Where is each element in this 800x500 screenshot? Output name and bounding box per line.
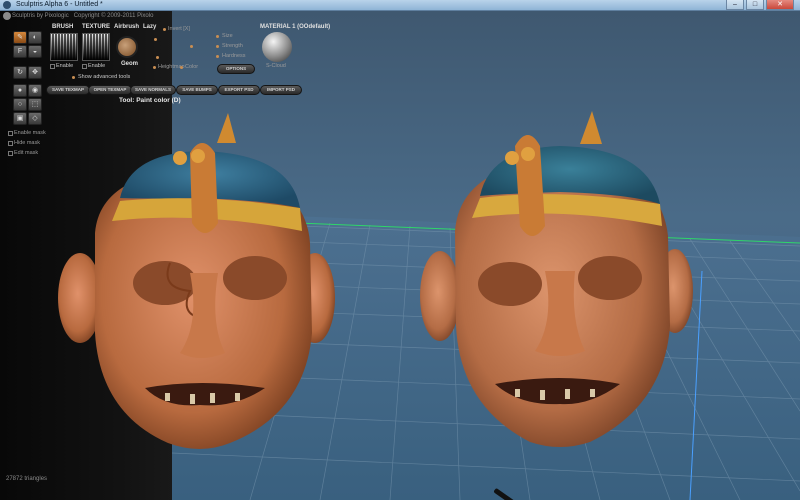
enable-mask-label: Enable mask (14, 130, 46, 136)
bump-icon[interactable]: ◒ (28, 45, 42, 58)
heightmap-toggle[interactable] (153, 66, 156, 69)
app-header: Sculptris by Pixologic Copyright © 2009-… (12, 13, 153, 19)
mask-icon[interactable]: ▣ (13, 112, 27, 125)
close-button[interactable]: ✕ (766, 0, 794, 10)
paint-brush-icon[interactable]: ✎ (13, 31, 27, 44)
strength-label: Strength (222, 43, 243, 49)
window-controls: – □ ✕ (726, 0, 794, 10)
invert-label: Invert [X] (168, 26, 191, 32)
show-advanced-label: Show advanced tools (78, 74, 131, 80)
brush-swatch[interactable] (50, 33, 78, 61)
options-button[interactable]: OPTIONS (217, 64, 255, 74)
move-icon[interactable]: ✥ (28, 66, 42, 79)
smooth-icon[interactable]: ○ (13, 98, 27, 111)
color-label: Color (185, 64, 199, 70)
window-title: Sculptris Alpha 6 - Untitled * (16, 1, 103, 8)
grab-icon[interactable]: ● (13, 84, 27, 97)
rotate-icon[interactable]: ↻ (13, 66, 27, 79)
invert-toggle[interactable] (163, 28, 166, 31)
texture-enable-label: Enable (88, 63, 106, 69)
brush-label: BRUSH (52, 24, 74, 30)
sculptris-logo (3, 12, 11, 20)
color-toggle[interactable] (180, 66, 183, 69)
brush-enable-checkbox[interactable] (50, 64, 55, 69)
flat-icon[interactable]: F (13, 45, 27, 58)
save-bumps-button[interactable]: SAVE BUMPS (176, 85, 218, 95)
app-icon (3, 1, 11, 9)
sculpt-model-left (58, 113, 335, 449)
maximize-button[interactable]: □ (746, 0, 764, 10)
texture-label: TEXTURE (82, 24, 111, 30)
falloff-slider-knob[interactable] (156, 56, 159, 59)
size-label: Size (222, 33, 233, 39)
enable-mask-checkbox[interactable] (8, 131, 13, 136)
triangle-count: 27872 triangles (6, 476, 48, 482)
current-tool-status: Tool: Paint color (D) (119, 97, 181, 104)
texture-enable-checkbox[interactable] (82, 64, 87, 69)
edit-mask-label: Edit mask (14, 150, 39, 156)
minimize-button[interactable]: – (726, 0, 744, 10)
show-advanced-toggle[interactable] (72, 76, 75, 79)
material-label: MATERIAL 1 (OOdefault) (260, 24, 331, 30)
save-normals-button[interactable]: SAVE NORMALS (130, 85, 176, 95)
airbrush-icon[interactable]: ◐ (28, 31, 42, 44)
hardness-label: Hardness (222, 53, 246, 59)
texture-swatch[interactable] (82, 33, 110, 61)
export-psd-button[interactable]: EXPORT PSD (218, 85, 260, 95)
edit-mask-checkbox[interactable] (8, 151, 13, 156)
size-slider-knob[interactable] (216, 35, 219, 38)
lazy-label[interactable]: Lazy (143, 24, 156, 30)
app-name: Sculptris by Pixologic (12, 13, 69, 19)
hide-mask-checkbox[interactable] (8, 141, 13, 146)
lazy-slider-knob[interactable] (154, 38, 157, 41)
sculpt-model-right (420, 111, 693, 447)
paint-color-swatch[interactable] (116, 36, 138, 58)
hide-mask-label: Hide mask (14, 140, 40, 146)
copyright: Copyright © 2009-2011 Pixolo (73, 13, 154, 19)
hardness-slider-knob[interactable] (216, 55, 219, 58)
open-texmap-button[interactable]: OPEN TEXMAP (88, 85, 132, 95)
geom-label[interactable]: Geom (121, 61, 138, 67)
material-swatch[interactable] (262, 32, 292, 62)
strength-slider-knob[interactable] (216, 45, 219, 48)
pinch-icon[interactable]: ◉ (28, 84, 42, 97)
airbrush-label[interactable]: Airbrush (114, 24, 139, 30)
scale-icon[interactable]: ⬚ (28, 98, 42, 111)
import-psd-button[interactable]: IMPORT PSD (260, 85, 302, 95)
save-texmap-button[interactable]: SAVE TEXMAP (46, 85, 90, 95)
brush-enable-label: Enable (56, 63, 74, 69)
radius-slider-knob[interactable] (190, 45, 193, 48)
reduce-icon[interactable]: ◇ (28, 112, 42, 125)
window-titlebar: Sculptris Alpha 6 - Untitled * – □ ✕ (0, 0, 800, 11)
material-caption: S-Cloud (266, 63, 286, 69)
